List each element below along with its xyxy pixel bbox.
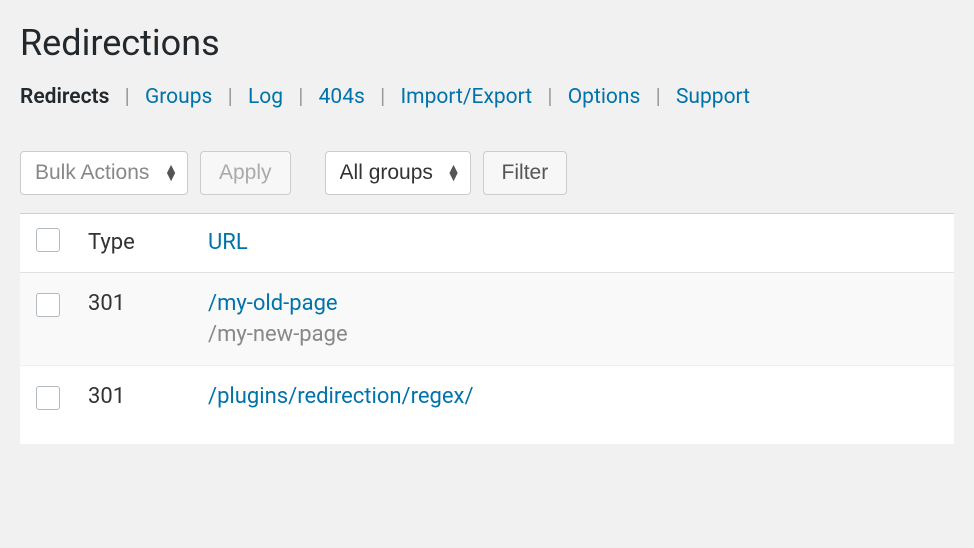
tab-log[interactable]: Log <box>248 85 283 109</box>
group-filter-select[interactable]: All groups <box>325 151 471 195</box>
row-type: 301 <box>88 291 208 316</box>
table-row: 301 /plugins/redirection/regex/ <box>20 366 954 444</box>
row-type: 301 <box>88 384 208 409</box>
table-header: Type URL <box>20 214 954 273</box>
tab-separator: | <box>380 85 385 109</box>
row-target-url: /my-new-page <box>208 322 938 347</box>
row-source-url[interactable]: /my-old-page <box>208 291 938 316</box>
redirects-table: Type URL 301 /my-old-page /my-new-page 3… <box>20 213 954 444</box>
tab-separator: | <box>298 85 303 109</box>
tab-separator: | <box>656 85 661 109</box>
tab-redirects[interactable]: Redirects <box>20 85 109 109</box>
bulk-actions-select[interactable]: Bulk Actions <box>20 151 188 195</box>
page-title: Redirections <box>20 10 954 85</box>
tab-nav: Redirects | Groups | Log | 404s | Import… <box>20 85 954 133</box>
column-header-url[interactable]: URL <box>208 230 248 255</box>
row-checkbox[interactable] <box>36 386 60 410</box>
tab-support[interactable]: Support <box>676 85 750 109</box>
table-row: 301 /my-old-page /my-new-page <box>20 273 954 366</box>
filter-button[interactable]: Filter <box>483 151 568 195</box>
row-source-url[interactable]: /plugins/redirection/regex/ <box>208 384 938 409</box>
tab-separator: | <box>125 85 130 109</box>
controls-row: Bulk Actions ▲▼ Apply All groups ▲▼ Filt… <box>20 133 954 207</box>
row-checkbox[interactable] <box>36 293 60 317</box>
column-header-type[interactable]: Type <box>88 230 208 255</box>
tab-404s[interactable]: 404s <box>319 85 365 109</box>
tab-separator: | <box>228 85 233 109</box>
tab-import-export[interactable]: Import/Export <box>400 85 532 109</box>
apply-button[interactable]: Apply <box>200 151 291 195</box>
select-all-checkbox[interactable] <box>36 228 60 252</box>
tab-separator: | <box>547 85 552 109</box>
tab-options[interactable]: Options <box>568 85 641 109</box>
tab-groups[interactable]: Groups <box>145 85 212 109</box>
